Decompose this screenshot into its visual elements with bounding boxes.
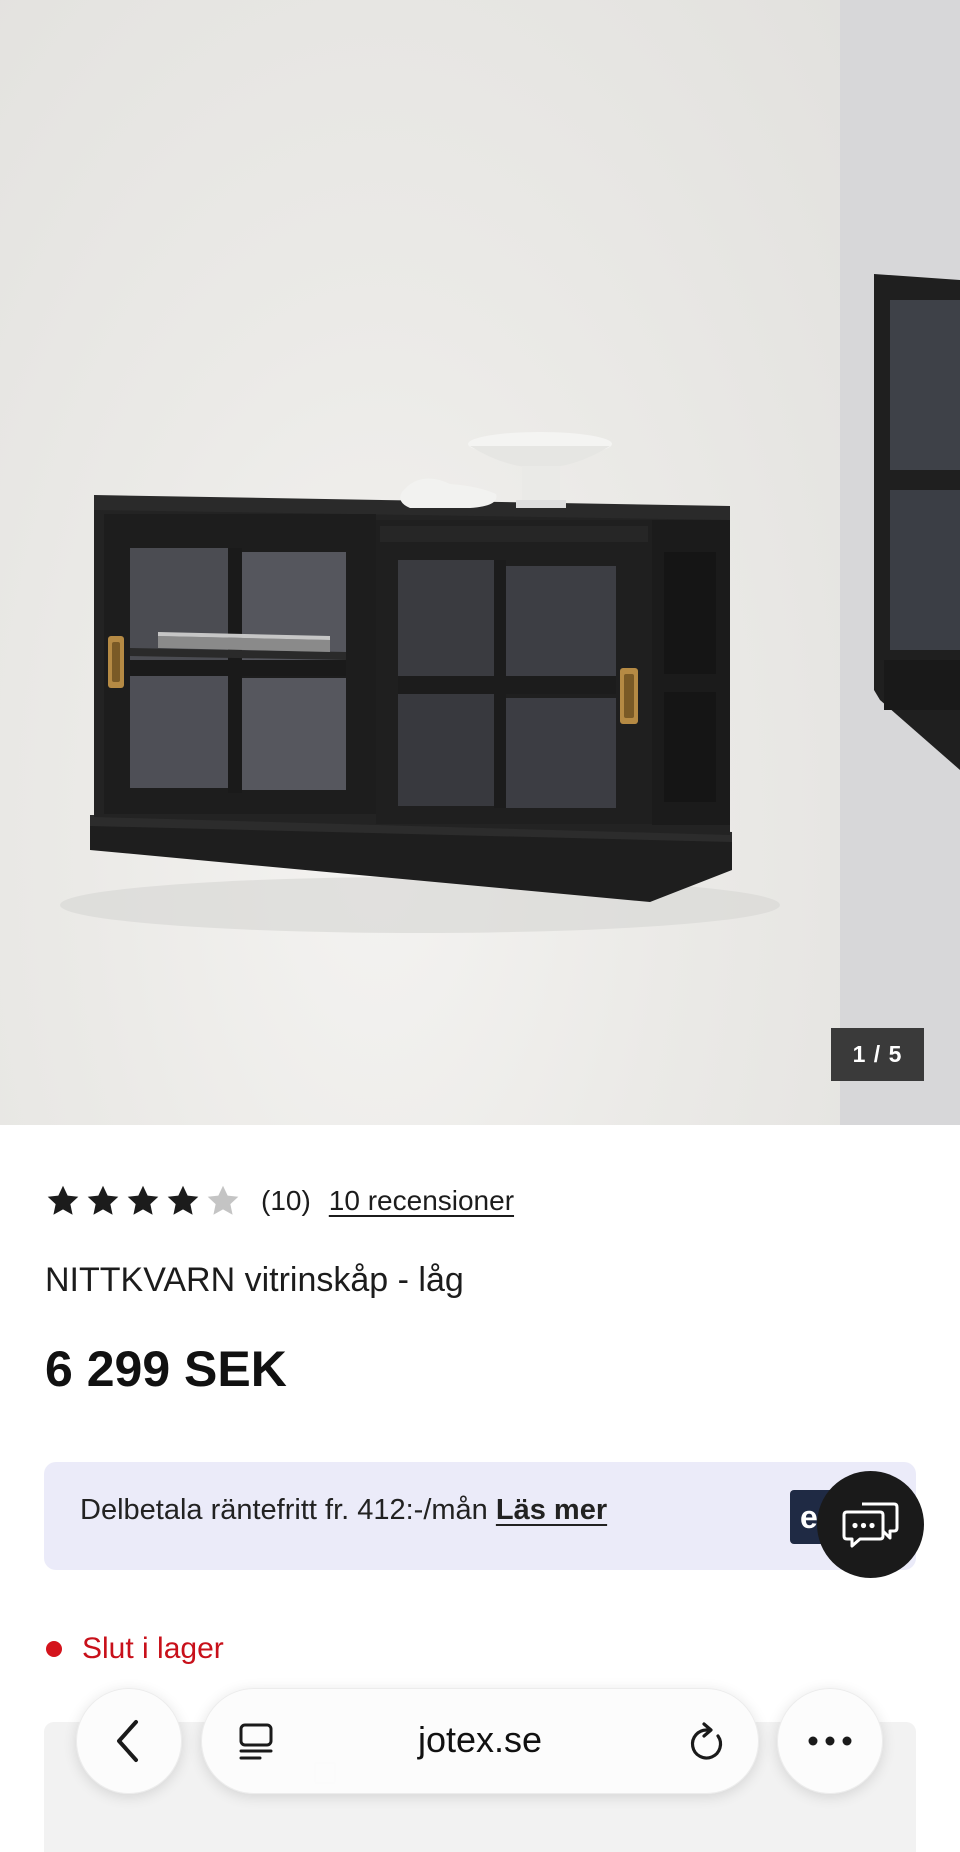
star-filled-icon [87,1185,119,1215]
star-filled-icon [47,1185,79,1215]
back-button[interactable] [76,1688,182,1794]
installment-text-wrap: Delbetala räntefritt fr. 412:-/mån Läs m… [80,1494,607,1527]
cabinet-next-illustration [874,274,960,770]
rating-row: (10) 10 recensioner [45,1180,514,1222]
cabinet-illustration [60,432,780,933]
product-title: NITTKVARN vitrinskåp - låg [45,1261,464,1299]
installment-banner: Delbetala räntefritt fr. 412:-/mån Läs m… [44,1462,916,1570]
product-gallery[interactable]: 1 / 5 [0,0,960,1125]
star-empty-icon [207,1185,239,1215]
product-image[interactable] [0,0,840,1125]
installment-text: Delbetala räntefritt fr. 412:-/mån [80,1494,488,1526]
url-text: jotex.se [417,1719,543,1760]
stock-status-dot [46,1641,62,1657]
chevron-left-icon [117,1720,138,1762]
more-menu-button[interactable] [777,1688,883,1794]
read-more-link[interactable]: Läs mer [496,1494,607,1526]
star-filled-icon [127,1185,159,1215]
reload-icon[interactable] [687,1722,727,1764]
star-filled-icon [167,1185,199,1215]
reviews-link[interactable]: 10 recensioner [329,1185,514,1217]
stock-status-text: Slut i lager [82,1632,224,1665]
star-rating [45,1183,241,1219]
browser-toolbar: jotex.se [0,1680,960,1800]
image-counter: 1 / 5 [831,1028,924,1081]
address-bar[interactable]: jotex.se [201,1688,759,1794]
stock-status: Slut i lager [46,1632,224,1666]
product-price: 6 299 SEK [45,1341,287,1397]
more-icon [808,1736,852,1746]
chat-bubbles-icon [842,1502,898,1547]
chat-button[interactable] [817,1471,924,1578]
next-product-image[interactable] [840,0,960,1125]
rating-count: (10) [261,1185,311,1216]
